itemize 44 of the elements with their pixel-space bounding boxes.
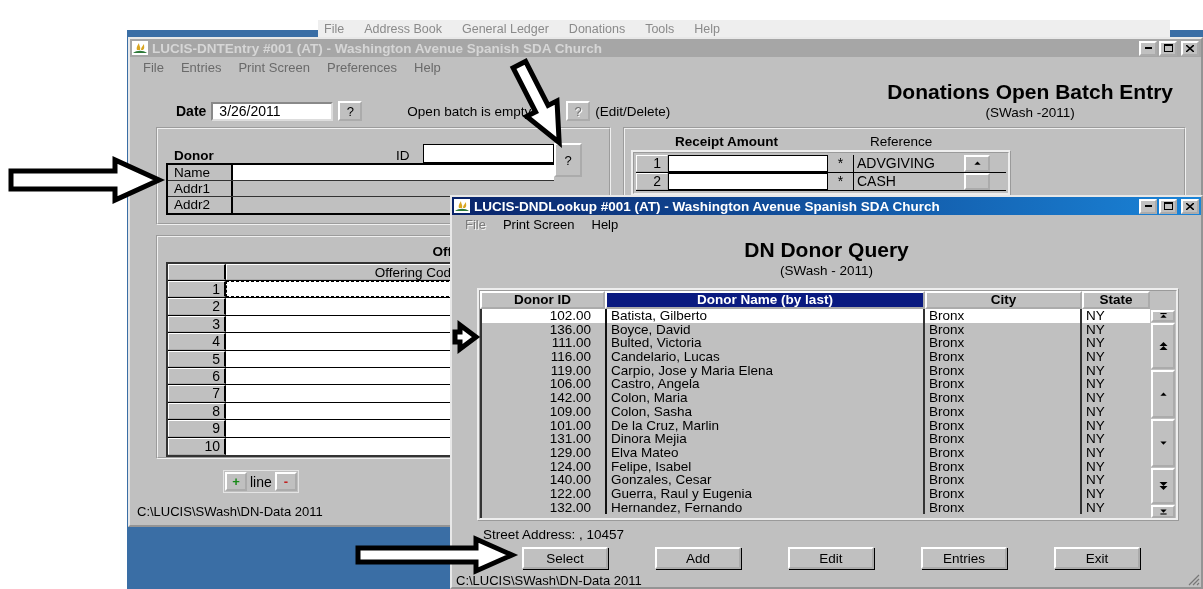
row-number: 9	[168, 420, 226, 437]
row-number: 1	[168, 281, 226, 298]
table-cell-text: NY	[1085, 391, 1106, 405]
row-number: 6	[168, 368, 226, 385]
form-heading: Donations Open Batch Entry	[887, 79, 1173, 105]
line-label: line	[249, 473, 273, 490]
table-cell: *	[828, 173, 854, 190]
status-text: C:\LUCIS\SWash\DN-Data 2011	[136, 504, 323, 521]
table-cell-text: CASH	[856, 173, 897, 190]
column-header: Receipt Amount	[675, 134, 779, 150]
date-label: Date	[176, 103, 207, 119]
table-cell-text: NY	[1085, 377, 1106, 392]
status-text: C:\LUCIS\SWash\DN-Data 2011	[455, 572, 642, 588]
form-subheading: (SWash -2011)	[985, 105, 1075, 120]
id-label: ID	[396, 148, 411, 163]
table-cell-text: NY	[1085, 486, 1106, 501]
form-subheading: (SWash - 2011)	[780, 263, 873, 278]
batch-note: (Edit/Delete)	[595, 103, 671, 119]
table-cell: Bronx	[925, 500, 1082, 515]
row-number: 1	[636, 155, 668, 172]
table-cell-text: NY	[1085, 350, 1106, 364]
form-heading: DN Donor Query	[744, 237, 909, 263]
table-cell-text: NY	[1085, 445, 1106, 460]
table-cell-text: NY	[1085, 418, 1106, 433]
row-number: 7	[168, 385, 226, 402]
table-cell-text: NY	[1085, 336, 1106, 351]
row-number: 4	[168, 333, 226, 350]
street-address: Street Address: , 10457	[482, 526, 626, 542]
table-cell-text: NY	[1085, 309, 1106, 323]
table-cell-text: NY	[1085, 322, 1106, 337]
table-cell: Hernandez, Fernando	[605, 500, 925, 515]
table-cell-text: NY	[1085, 500, 1106, 515]
group-title: Donor	[173, 148, 215, 163]
table-cell-text: NY	[1085, 363, 1106, 378]
window-title: LUCIS-DNDLookup #001 (AT) - Washington Avenue Spanish SDA Church	[474, 198, 941, 214]
column-header: Reference	[870, 134, 933, 150]
row-number: 2	[636, 173, 668, 190]
row-number: 2	[168, 298, 226, 315]
table-cell-text: NY	[1085, 432, 1106, 446]
table-cell-text: NY	[1085, 404, 1106, 419]
table-cell-text: ADVGIVING	[856, 155, 936, 172]
table-cell-text: NY	[1085, 459, 1106, 474]
table-cell: *	[828, 155, 854, 172]
table-cell-text: NY	[1085, 473, 1106, 487]
